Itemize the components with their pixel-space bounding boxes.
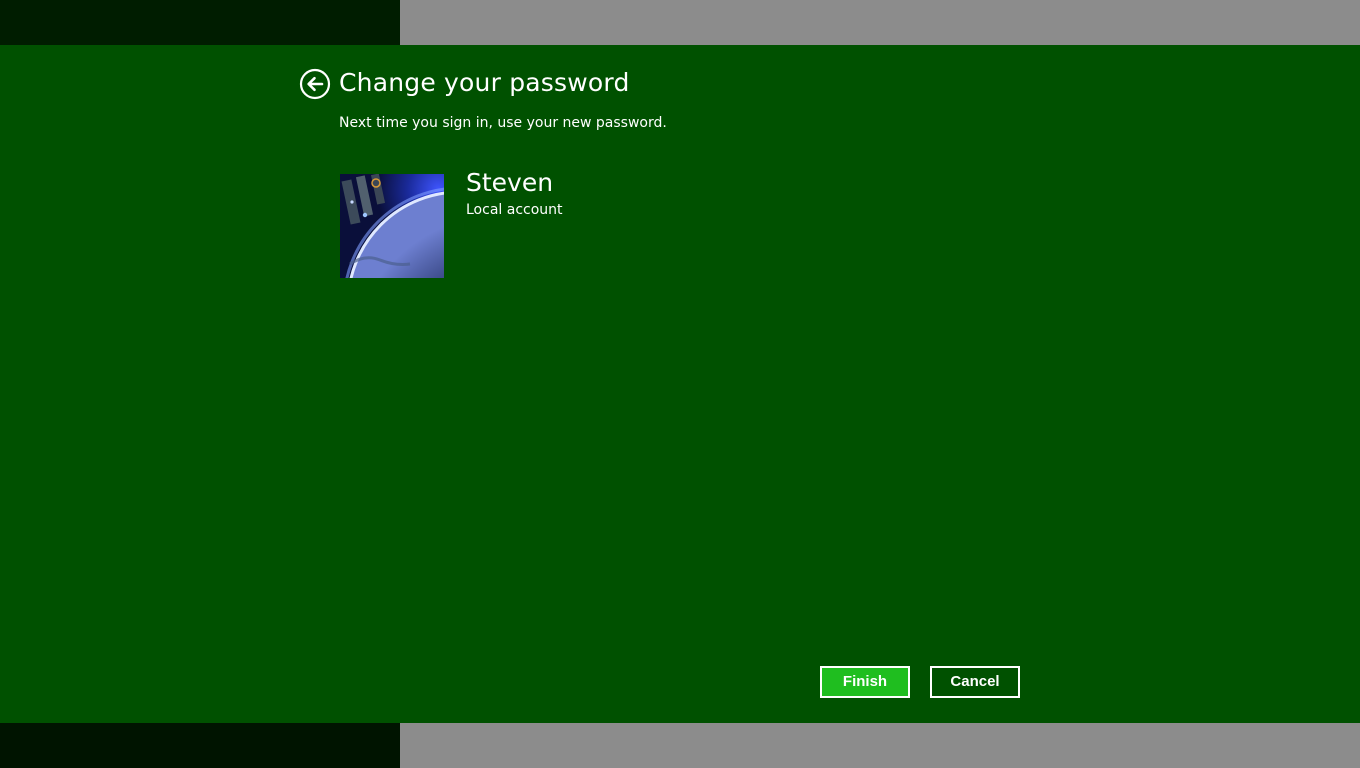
top-left-edge [0, 0, 400, 45]
bottom-right-edge [400, 723, 1360, 768]
page-title: Change your password [339, 68, 630, 97]
account-type: Local account [466, 202, 563, 218]
user-name: Steven [466, 168, 554, 197]
page-subtitle: Next time you sign in, use your new pass… [339, 115, 667, 131]
change-password-dialog: Change your password Next time you sign … [0, 45, 1360, 723]
finish-button[interactable]: Finish [820, 666, 910, 698]
cancel-button[interactable]: Cancel [930, 666, 1020, 698]
avatar [340, 174, 444, 278]
back-button[interactable] [299, 68, 331, 100]
back-arrow-circle-icon [299, 68, 331, 100]
earth-space-avatar [340, 174, 444, 278]
bottom-left-edge [0, 723, 400, 768]
top-right-edge [400, 0, 1360, 45]
screen: Change your password Next time you sign … [0, 0, 1360, 768]
